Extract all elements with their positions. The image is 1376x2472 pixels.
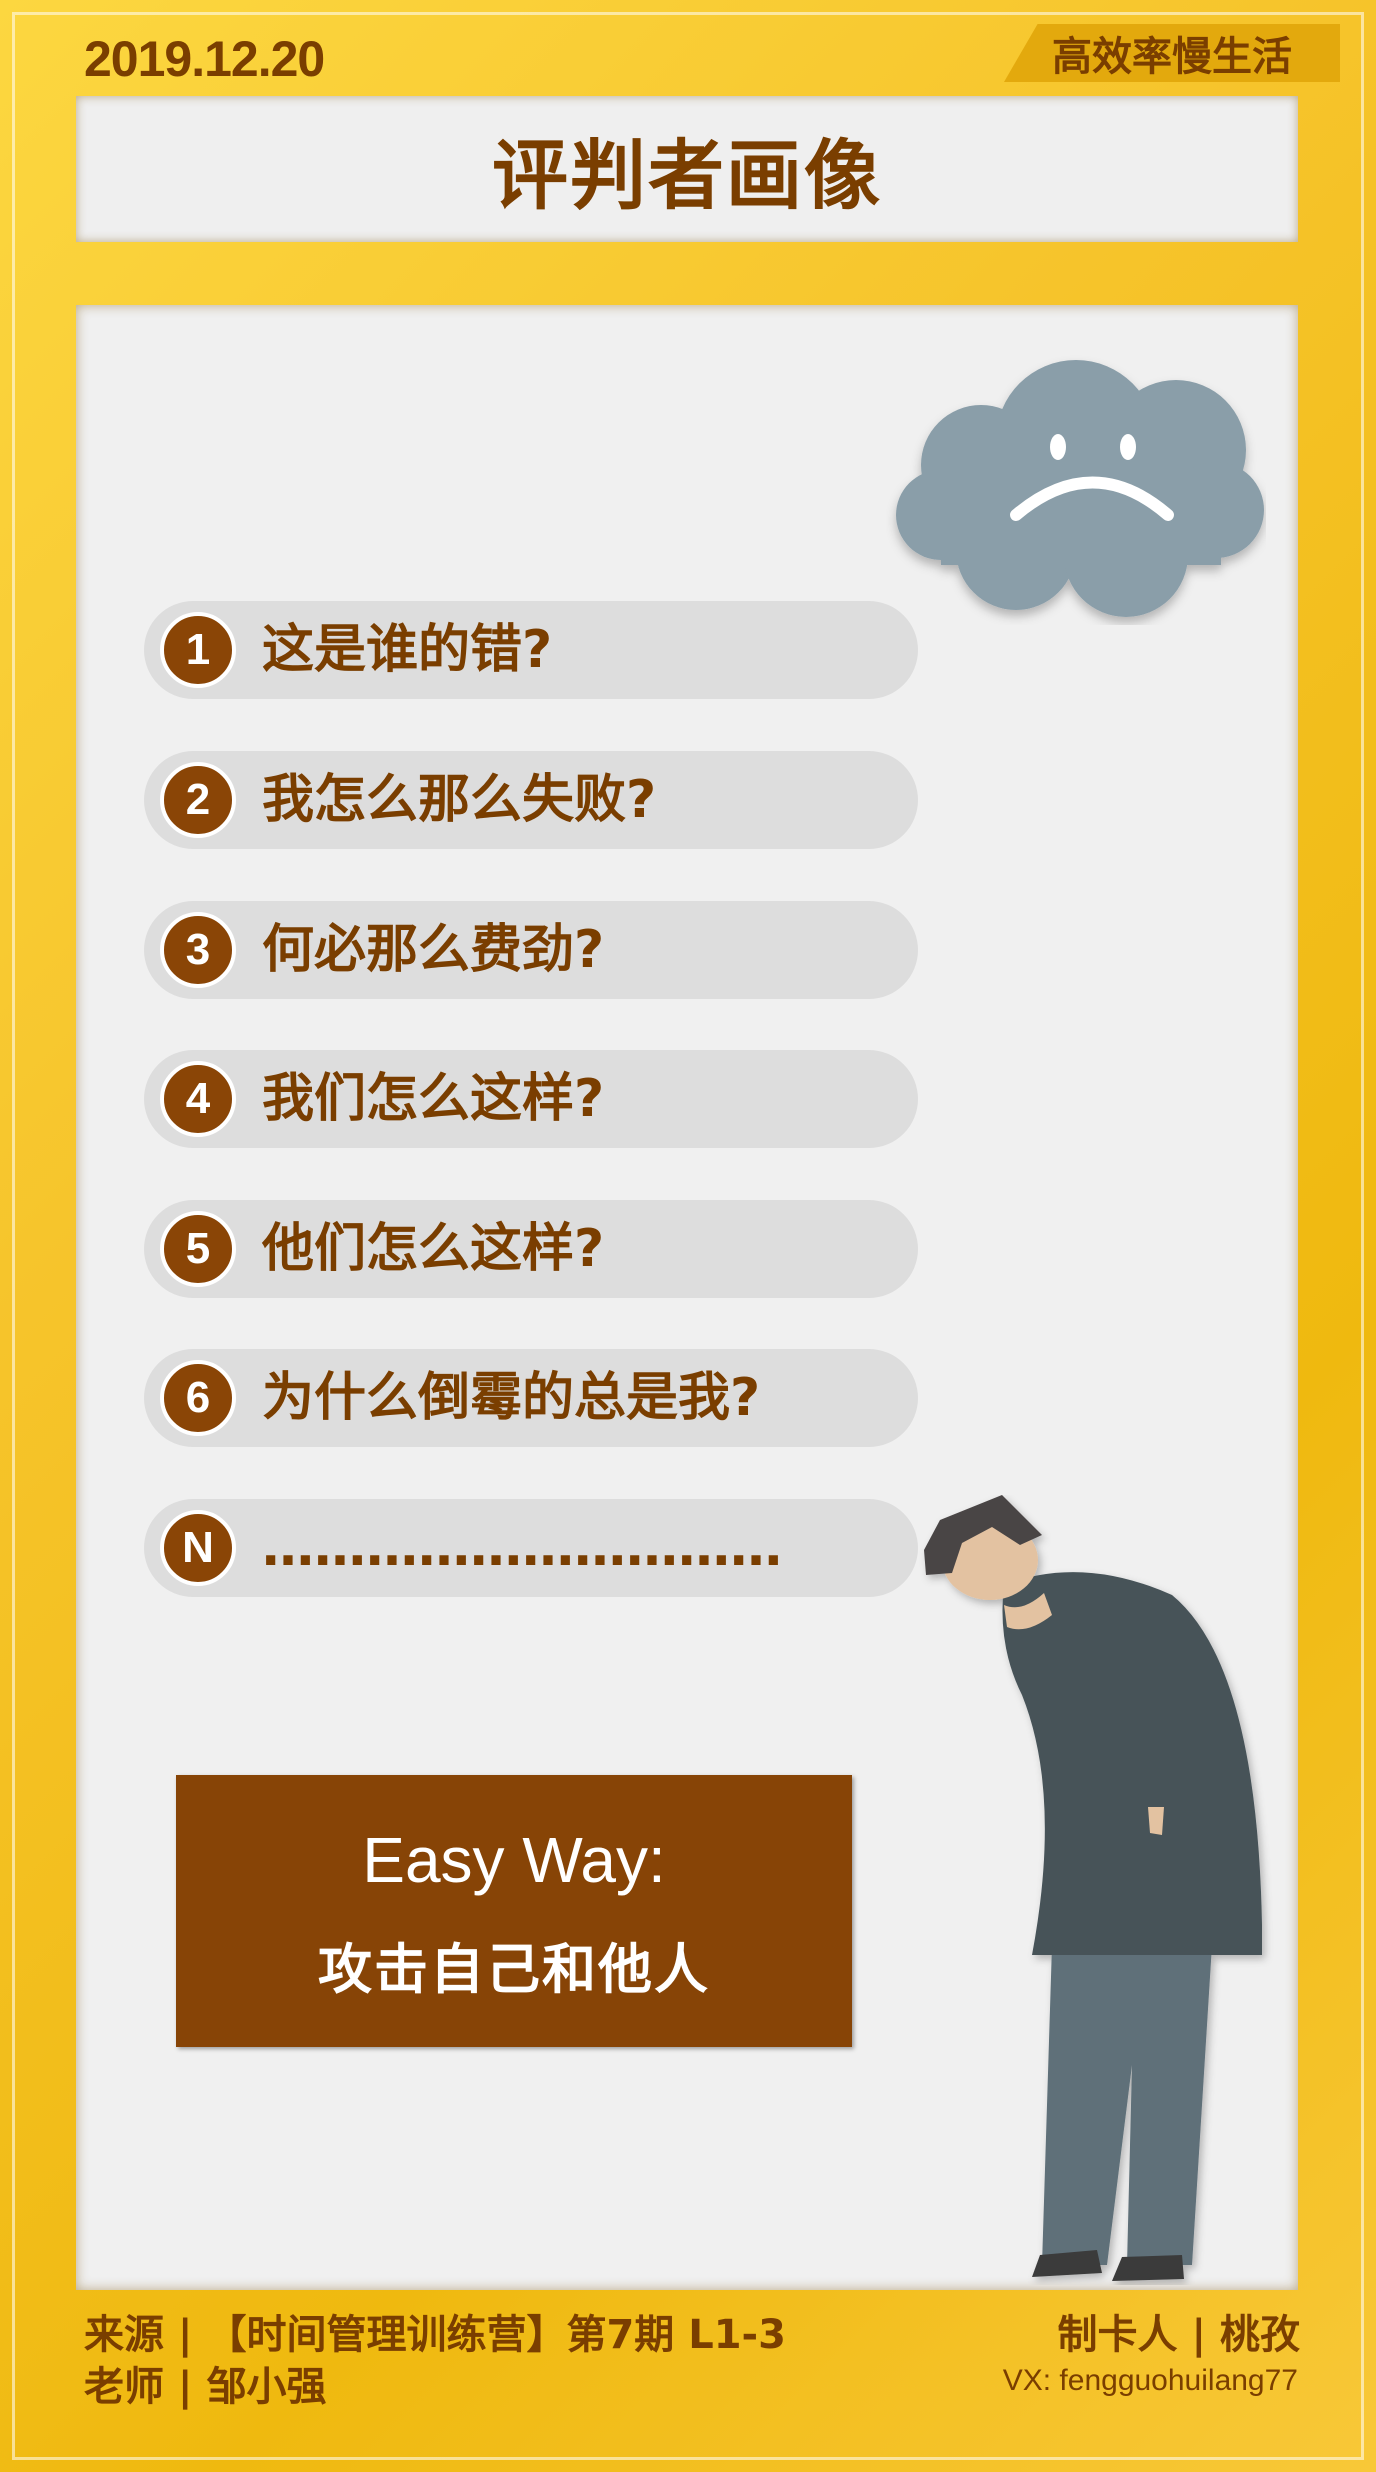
card-date: 2019.12.20	[84, 31, 325, 87]
question-item-n: N …………………………	[144, 1499, 918, 1597]
title-panel: 评判者画像	[76, 96, 1298, 242]
question-number-5: 5	[160, 1211, 236, 1287]
question-text-6: 为什么倒霉的总是我?	[262, 1368, 761, 1428]
question-text-3: 何必那么费劲?	[262, 920, 605, 980]
easy-way-box: Easy Way: 攻击自己和他人	[176, 1775, 852, 2047]
footer-source: 来源 | 【时间管理训练营】第7期 L1-3	[84, 2312, 786, 2358]
question-number-1: 1	[160, 612, 236, 688]
question-text-1: 这是谁的错?	[262, 620, 553, 680]
brand-tag: 高效率慢生活	[1004, 24, 1340, 82]
easy-way-subtitle: 攻击自己和他人	[318, 1938, 710, 2001]
question-number-4: 4	[160, 1061, 236, 1137]
question-item-4: 4 我们怎么这样?	[144, 1050, 918, 1148]
sad-person-illustration	[924, 1495, 1262, 2281]
question-item-6: 6 为什么倒霉的总是我?	[144, 1349, 918, 1447]
question-text-n: …………………………	[262, 1518, 782, 1578]
question-item-5: 5 他们怎么这样?	[144, 1200, 918, 1298]
question-number-n: N	[160, 1510, 236, 1586]
content-panel: 1 这是谁的错? 2 我怎么那么失败? 3 何必那么费劲? 4 我们怎么这样? …	[76, 305, 1298, 2290]
easy-way-title: Easy Way:	[362, 1824, 666, 1896]
note-card: 2019.12.20 高效率慢生活 评判者画像 1 这是谁的错? 2 我怎么那么…	[0, 0, 1376, 2472]
page-title: 评判者画像	[492, 131, 882, 220]
question-number-2: 2	[160, 762, 236, 838]
footer-vx: VX: fengguohuilang77	[1002, 2364, 1298, 2397]
sad-cloud-icon	[896, 360, 1264, 617]
question-item-2: 2 我怎么那么失败?	[144, 751, 918, 849]
question-number-3: 3	[160, 912, 236, 988]
question-number-6: 6	[160, 1360, 236, 1436]
footer-maker: 制卡人 | 桃孜	[1057, 2312, 1300, 2358]
footer-teacher: 老师 | 邹小强	[84, 2364, 327, 2410]
question-item-3: 3 何必那么费劲?	[144, 901, 918, 999]
question-text-4: 我们怎么这样?	[262, 1069, 605, 1129]
question-text-5: 他们怎么这样?	[262, 1219, 605, 1279]
question-item-1: 1 这是谁的错?	[144, 601, 918, 699]
question-text-2: 我怎么那么失败?	[262, 770, 657, 830]
